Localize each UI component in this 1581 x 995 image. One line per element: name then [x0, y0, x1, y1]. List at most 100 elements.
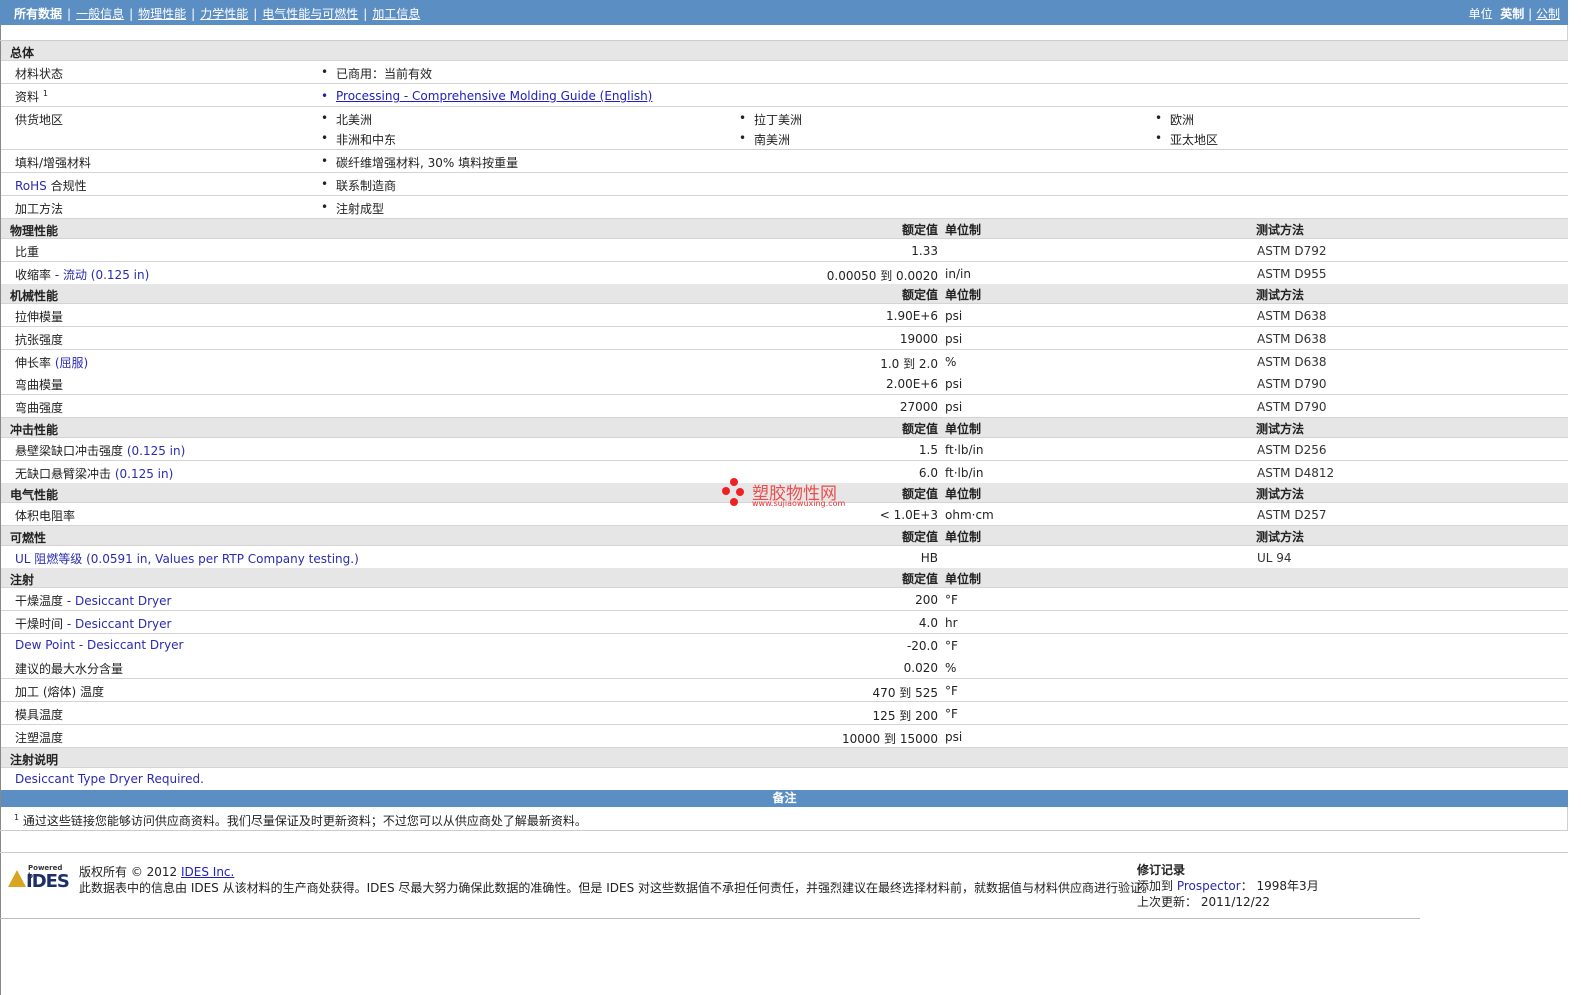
row-process-method: 加工方法 注射成型 [1, 196, 1568, 219]
nav-link-general[interactable]: 一般信息 [76, 7, 124, 21]
property-row: 抗张强度 19000 psi ASTM D638 [1, 326, 1568, 350]
section-header-general: 总体 [1, 41, 1568, 61]
row-value: 碳纤维增强材料, 30% 填料按重量 [321, 154, 518, 171]
property-row: 干燥时间 - Desiccant Dryer 4.0 hr [1, 610, 1568, 634]
section-title: 注射 [10, 573, 35, 587]
col-nominal: 额定值 [901, 487, 938, 501]
row-label: 材料状态 [15, 67, 64, 81]
property-value: 1.90E+6 [886, 309, 938, 323]
section-header-physical: 物理性能 额定值 单位制 测试方法 [1, 219, 1568, 239]
col-unit: 单位制 [945, 223, 982, 237]
nav-link-electrical[interactable]: 电气性能与可燃性 [262, 7, 358, 21]
property-test-method: ASTM D256 [1257, 443, 1327, 457]
property-test-method: ASTM D790 [1257, 400, 1327, 415]
unit-label: 单位 [1468, 7, 1493, 21]
property-unit: psi [945, 331, 963, 346]
divider [0, 918, 1420, 919]
property-value: 470 到 525 [872, 686, 938, 701]
copyright-block: 版权所有 © 2012 IDES Inc. 此数据表中的信息由 IDES 从该材… [79, 865, 1155, 895]
region-item: 亚太地区 [1155, 131, 1218, 148]
section-title: 电气性能 [10, 488, 59, 502]
property-label: 比重 [15, 245, 40, 259]
property-test-method: ASTM D955 [1257, 266, 1327, 281]
property-unit: psi [945, 377, 963, 392]
row-material-status: 材料状态 已商用：当前有效 [1, 61, 1568, 84]
property-value: 0.00050 到 0.0020 [826, 268, 938, 283]
region-item: 欧洲 [1155, 111, 1194, 128]
property-label: 弯曲模量 [15, 378, 64, 393]
property-test-method: ASTM D4812 [1257, 465, 1335, 480]
property-unit: °F [945, 684, 958, 699]
watermark-dot [730, 478, 738, 486]
nav-all-data[interactable]: 所有数据 [14, 7, 62, 21]
region-item: 非洲和中东 [321, 131, 396, 148]
property-label: 体积电阻率 [15, 509, 76, 523]
property-unit: in/in [945, 266, 971, 281]
property-row: 悬壁梁缺口冲击强度 (0.125 in) 1.5 ft·lb/in ASTM D256 [1, 438, 1568, 461]
unit-metric-link[interactable]: 公制 [1536, 7, 1560, 21]
watermark-url: www.sujiaowuxing.com [752, 499, 846, 508]
property-test-method: ASTM D638 [1257, 354, 1327, 369]
revision-updated: 上次更新： 2011/12/22 [1137, 895, 1270, 909]
property-row: 模具温度 125 到 200 °F [1, 702, 1568, 725]
property-unit: psi [945, 400, 963, 415]
section-header-injection-notes: 注射说明 [1, 748, 1568, 768]
row-label: 填料/增强材料 [15, 156, 92, 170]
property-label: UL 阻燃等级 (0.0591 in, Values per RTP Compa… [15, 552, 359, 566]
property-label: 建议的最大水分含量 [15, 662, 124, 677]
section-title: 机械性能 [10, 289, 59, 303]
nav-link-mechanical[interactable]: 力学性能 [200, 7, 248, 21]
col-unit: 单位制 [945, 487, 982, 501]
property-unit: ft·lb/in [945, 443, 984, 457]
unit-english[interactable]: 英制 [1500, 7, 1524, 21]
property-row: 弯曲模量 2.00E+6 psi ASTM D790 [1, 372, 1568, 396]
property-value: 4.0 [918, 615, 938, 630]
property-value: 1.5 [918, 443, 938, 457]
unit-switcher: 单位 英制 | 公制 [1468, 7, 1560, 21]
section-header-flammability: 可燃性 额定值 单位制 测试方法 [1, 526, 1568, 546]
top-nav-bar: 所有数据 | 一般信息 | 物理性能 | 力学性能 | 电气性能与可燃性 | 加工信息 单位 英制 … [0, 0, 1568, 25]
col-nominal: 额定值 [901, 530, 938, 544]
property-row: UL 阻燃等级 (0.0591 in, Values per RTP Compa… [1, 546, 1568, 569]
revision-title: 修订记录 [1137, 863, 1186, 877]
property-value: HB [920, 551, 938, 565]
section-header-mechanical: 机械性能 额定值 单位制 测试方法 [1, 284, 1568, 304]
processing-guide-link[interactable]: Processing - Comprehensive Molding Guide… [321, 89, 652, 103]
notes-bar: 备注 [1, 790, 1568, 807]
row-value: 注射成型 [321, 200, 384, 217]
property-label: 干燥时间 - Desiccant Dryer [15, 616, 172, 631]
row-label: 供货地区 [15, 113, 64, 127]
col-nominal: 额定值 [901, 223, 938, 237]
property-row: 干燥温度 - Desiccant Dryer 200 °F [1, 588, 1568, 611]
revision-history: 修订记录 添加到 Prospector： 1998年3月 上次更新： 2011/… [1137, 862, 1319, 910]
region-item: 南美洲 [739, 131, 790, 148]
property-value: 2.00E+6 [886, 377, 938, 392]
col-nominal: 额定值 [901, 572, 938, 586]
section-title: 注射说明 [10, 753, 59, 767]
property-value: 1.33 [911, 244, 938, 258]
property-unit: °F [945, 638, 958, 653]
section-header-impact: 冲击性能 额定值 单位制 测试方法 [1, 418, 1568, 438]
section-title: 可燃性 [10, 531, 47, 545]
nav-link-processing[interactable]: 加工信息 [372, 7, 420, 21]
col-unit: 单位制 [945, 288, 982, 302]
section-title: 物理性能 [10, 224, 59, 238]
property-value: < 1.0E+3 [879, 508, 938, 522]
property-row: 伸长率 (屈服) 1.0 到 2.0% ASTM D638 [1, 349, 1568, 373]
col-nominal: 额定值 [901, 422, 938, 436]
disclaimer-text: 此数据表中的信息由 IDES 从该材料的生产商处获得。IDES 尽最大努力确保此… [79, 881, 1155, 895]
region-item: 拉丁美洲 [739, 111, 802, 128]
ides-inc-link[interactable]: IDES Inc. [181, 865, 234, 879]
property-value: 27000 [899, 400, 938, 415]
ides-logo[interactable]: Powered by IDES [8, 864, 72, 892]
property-label: 伸长率 (屈服) [15, 355, 89, 370]
nav-link-physical[interactable]: 物理性能 [138, 7, 186, 21]
watermark: 塑胶物性网 www.sujiaowuxing.com [720, 478, 860, 514]
revision-added: 添加到 Prospector： 1998年3月 [1137, 879, 1319, 893]
property-value: 0.020 [903, 661, 938, 676]
property-label: 弯曲强度 [15, 401, 64, 416]
row-regions: 供货地区 北美洲 拉丁美洲 欧洲 非洲和中东 南美洲 亚太地区 [1, 107, 1568, 150]
property-value: 6.0 [918, 465, 938, 480]
property-value: 125 到 200 [872, 709, 938, 723]
property-value: 10000 到 15000 [842, 731, 938, 746]
